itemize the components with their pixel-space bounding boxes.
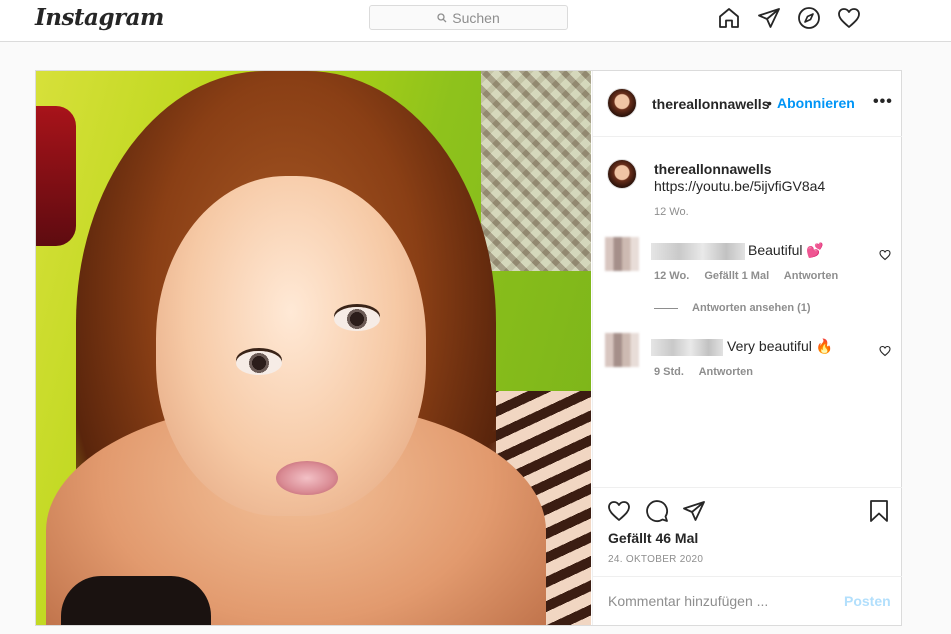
add-comment-bar: Kommentar hinzufügen ... Posten	[593, 576, 902, 625]
search-placeholder: Suchen	[452, 9, 500, 26]
post-comment-button[interactable]: Posten	[844, 593, 891, 609]
like-heart-icon[interactable]	[607, 499, 631, 523]
nav-icons	[717, 6, 877, 30]
search-icon	[437, 12, 447, 22]
instagram-logo[interactable]: Instagram	[35, 4, 164, 31]
author-avatar[interactable]	[607, 88, 637, 118]
comment-meta: 12 Wo. Gefällt 1 Mal Antworten	[654, 270, 850, 282]
comment-input[interactable]: Kommentar hinzufügen ...	[608, 593, 768, 609]
post-actions: Gefällt 46 Mal 24. OKTOBER 2020	[593, 487, 902, 575]
replies-line	[654, 307, 678, 309]
post-side-panel: thereallonnawells • Abonnieren ••• there…	[592, 71, 902, 625]
separator-dot: •	[767, 95, 772, 111]
comment-like-heart-icon[interactable]	[879, 345, 891, 357]
photo-curtain	[481, 71, 591, 271]
reply-button[interactable]: Antworten	[699, 366, 753, 378]
share-send-icon[interactable]	[682, 499, 706, 523]
caption-time[interactable]: 12 Wo.	[654, 206, 689, 218]
more-options-icon[interactable]: •••	[873, 93, 893, 111]
post-card: thereallonnawells • Abonnieren ••• there…	[35, 70, 902, 626]
direct-message-icon[interactable]	[757, 6, 781, 30]
blurred-avatar[interactable]	[605, 237, 639, 271]
photo-lips	[276, 461, 338, 495]
comment-time[interactable]: 12 Wo.	[654, 270, 689, 282]
search-input[interactable]: Suchen	[369, 5, 568, 30]
view-replies-button[interactable]: Antworten ansehen (1)	[654, 302, 811, 314]
comment-like-heart-icon[interactable]	[879, 249, 891, 261]
post-date[interactable]: 24. OKTOBER 2020	[608, 554, 703, 565]
activity-heart-icon[interactable]	[837, 6, 861, 30]
photo-right-eye	[334, 307, 380, 331]
view-replies-label: Antworten ansehen (1)	[692, 302, 811, 314]
photo-dark-cloth	[61, 576, 211, 625]
blurred-username[interactable]	[651, 339, 723, 356]
photo-red-cloth	[36, 106, 76, 246]
blurred-username[interactable]	[651, 243, 745, 260]
photo-left-eye	[236, 351, 282, 375]
caption-link[interactable]: https://youtu.be/5ijvfiGV8a4	[654, 178, 825, 194]
post-photo[interactable]	[36, 71, 591, 625]
comment-text: Beautiful 💕	[748, 242, 824, 258]
comment-likes[interactable]: Gefällt 1 Mal	[704, 270, 769, 282]
caption-avatar[interactable]	[607, 159, 637, 189]
caption-username[interactable]: thereallonnawells	[654, 161, 771, 177]
blurred-avatar[interactable]	[605, 333, 639, 367]
post-header: thereallonnawells • Abonnieren •••	[593, 71, 902, 137]
explore-compass-icon[interactable]	[797, 6, 821, 30]
follow-button[interactable]: Abonnieren	[777, 95, 855, 111]
comment-time[interactable]: 9 Std.	[654, 366, 684, 378]
save-bookmark-icon[interactable]	[867, 499, 891, 523]
home-icon[interactable]	[717, 6, 741, 30]
comment-meta: 9 Std. Antworten	[654, 366, 765, 378]
author-username[interactable]: thereallonnawells	[652, 96, 769, 112]
reply-button[interactable]: Antworten	[784, 270, 838, 282]
likes-count[interactable]: Gefällt 46 Mal	[608, 530, 698, 546]
comment-text: Very beautiful 🔥	[727, 338, 834, 354]
comment-bubble-icon[interactable]	[645, 499, 669, 523]
top-navigation-bar: Instagram Suchen	[0, 0, 951, 42]
